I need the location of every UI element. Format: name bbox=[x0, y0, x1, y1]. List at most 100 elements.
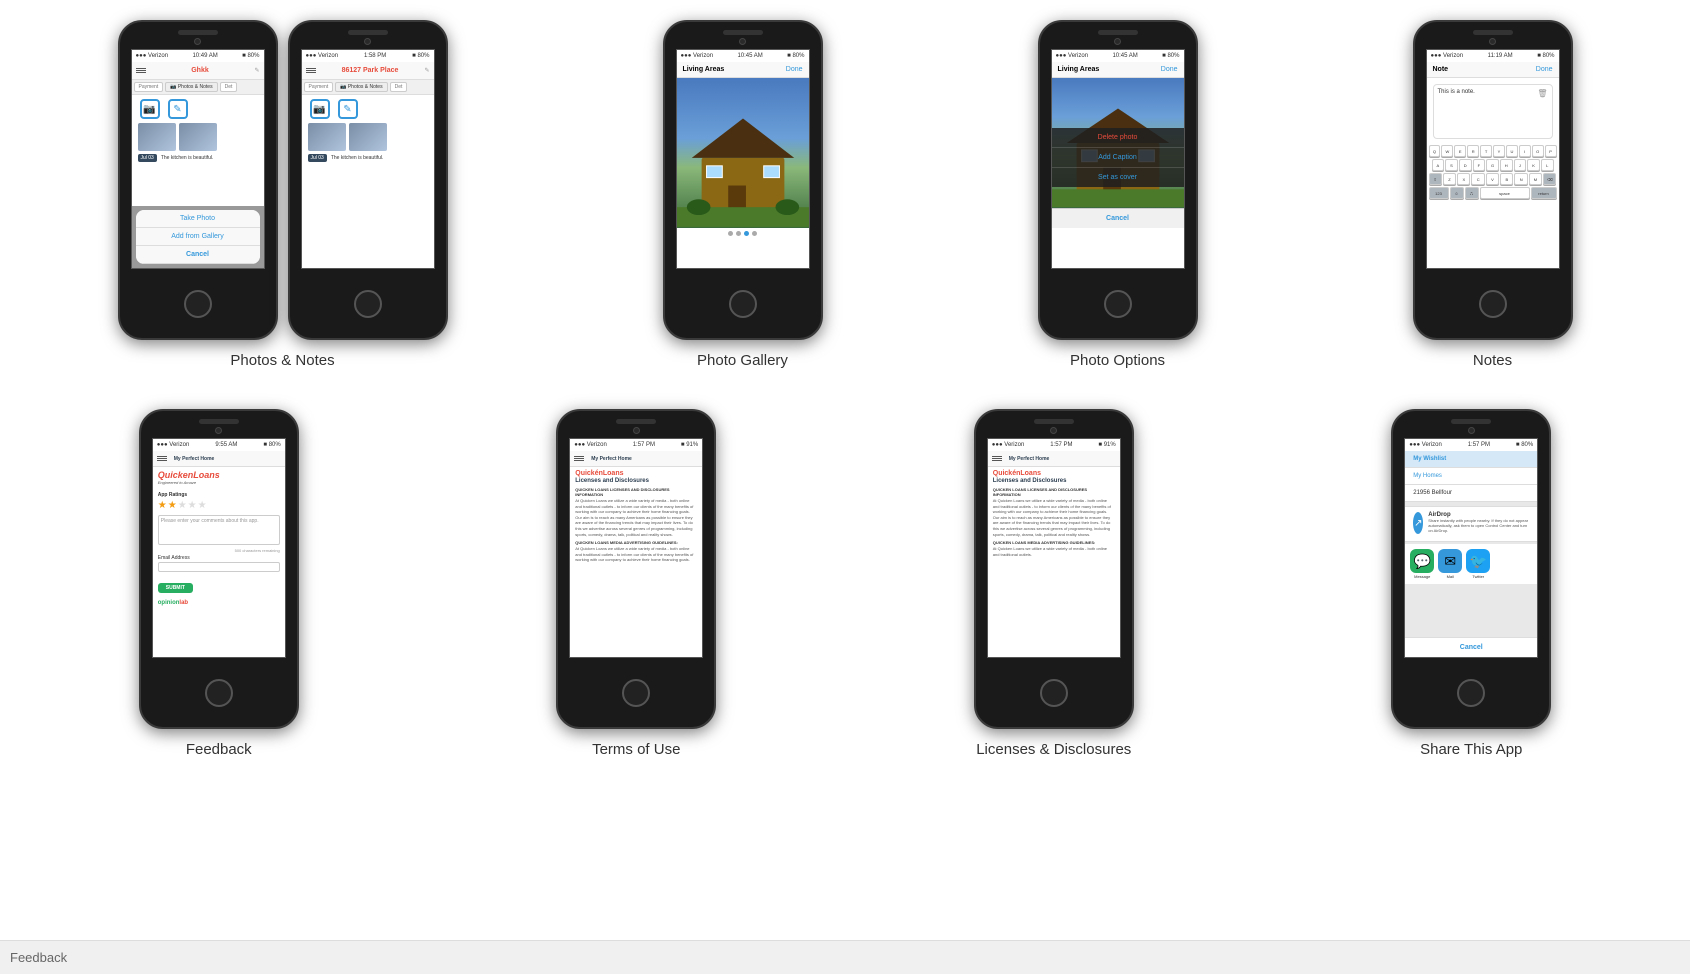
hamburger-icon-1[interactable] bbox=[136, 68, 146, 73]
key-A[interactable]: A bbox=[1432, 159, 1445, 171]
key-emoji[interactable]: ☺ bbox=[1450, 187, 1464, 199]
key-B[interactable]: B bbox=[1500, 173, 1513, 185]
home-btn-notes[interactable] bbox=[1479, 290, 1507, 318]
tab-payment-1[interactable]: Payment bbox=[134, 82, 164, 92]
key-Y[interactable]: Y bbox=[1493, 145, 1505, 157]
star-4[interactable]: ★ bbox=[188, 500, 197, 511]
option-cancel[interactable]: Cancel bbox=[1052, 208, 1184, 228]
tab-det-2[interactable]: Det bbox=[390, 82, 408, 92]
time-notes: 11:19 AM bbox=[1488, 53, 1513, 59]
key-X[interactable]: X bbox=[1457, 173, 1470, 185]
label-share: Share This App bbox=[1420, 741, 1522, 758]
home-btn-terms[interactable] bbox=[622, 679, 650, 707]
action-cancel[interactable]: Cancel bbox=[136, 246, 260, 264]
hamburger-icon-2[interactable] bbox=[306, 68, 316, 73]
home-btn-options[interactable] bbox=[1104, 290, 1132, 318]
share-my-homes[interactable]: My Homes bbox=[1405, 468, 1537, 485]
licenses-body-title: QUICKEN LOANS LICENSES AND DISCLOSURES I… bbox=[993, 487, 1115, 497]
key-F[interactable]: F bbox=[1473, 159, 1486, 171]
key-shift[interactable]: ⇧ bbox=[1429, 173, 1442, 185]
key-Z[interactable]: Z bbox=[1443, 173, 1456, 185]
star-3[interactable]: ★ bbox=[178, 500, 187, 511]
screen-photos-notes-1: ●●● Verizon 10:49 AM ■ 80% Ghkk ✎ bbox=[131, 49, 265, 269]
gallery-nav-done[interactable]: Done bbox=[786, 66, 803, 73]
tab-det-1[interactable]: Det bbox=[220, 82, 238, 92]
key-return[interactable]: return bbox=[1531, 187, 1557, 199]
options-nav-done[interactable]: Done bbox=[1161, 66, 1178, 73]
home-btn-feedback[interactable] bbox=[205, 679, 233, 707]
star-2[interactable]: ★ bbox=[168, 500, 177, 511]
key-V[interactable]: V bbox=[1486, 173, 1499, 185]
key-123[interactable]: 123 bbox=[1429, 187, 1449, 199]
key-Q[interactable]: Q bbox=[1429, 145, 1441, 157]
carrier-1: ●●● Verizon bbox=[136, 53, 169, 59]
key-H[interactable]: H bbox=[1500, 159, 1513, 171]
key-G[interactable]: G bbox=[1486, 159, 1499, 171]
hamburger-licenses[interactable] bbox=[992, 456, 1002, 461]
share-mail-icon[interactable]: ✉ Mail bbox=[1438, 549, 1462, 579]
share-address[interactable]: 21956 Bellfour bbox=[1405, 485, 1537, 502]
notes-text-area[interactable]: This is a note. 🗑 bbox=[1433, 84, 1553, 139]
phone-notes: ●●● Verizon 11:19 AM ■ 80% Note Done Thi… bbox=[1413, 20, 1573, 340]
star-5[interactable]: ★ bbox=[198, 500, 207, 511]
key-S[interactable]: S bbox=[1445, 159, 1458, 171]
key-O[interactable]: O bbox=[1532, 145, 1544, 157]
key-D[interactable]: D bbox=[1459, 159, 1472, 171]
fb-submit-btn[interactable]: SUBMIT bbox=[158, 583, 193, 593]
key-I[interactable]: I bbox=[1519, 145, 1531, 157]
fb-char-count: 500 characters remaining bbox=[158, 548, 280, 553]
key-T[interactable]: T bbox=[1480, 145, 1492, 157]
key-C[interactable]: C bbox=[1471, 173, 1484, 185]
group-photos-notes: ●●● Verizon 10:49 AM ■ 80% Ghkk ✎ bbox=[118, 20, 448, 369]
key-E[interactable]: E bbox=[1454, 145, 1466, 157]
caption-text-1: The kitchen is beautiful. bbox=[161, 155, 214, 161]
key-U[interactable]: U bbox=[1506, 145, 1518, 157]
tab-payment-2[interactable]: Payment bbox=[304, 82, 334, 92]
option-delete[interactable]: Delete photo bbox=[1052, 128, 1184, 148]
share-message-icon[interactable]: 💬 Message bbox=[1410, 549, 1434, 579]
fb-email-input[interactable] bbox=[158, 562, 280, 572]
trash-icon[interactable]: 🗑 bbox=[1537, 89, 1547, 98]
fb-comment-area[interactable]: Please enter your comments about this ap… bbox=[158, 515, 280, 545]
home-btn-1[interactable] bbox=[184, 290, 212, 318]
edit-icon-2[interactable]: ✎ bbox=[338, 99, 358, 119]
key-P[interactable]: P bbox=[1545, 145, 1557, 157]
tab-photos-2[interactable]: 📷 Photos & Notes bbox=[335, 82, 387, 92]
camera-icon-2[interactable]: 📷 bbox=[310, 99, 330, 119]
thumb-inner-3 bbox=[308, 123, 346, 151]
key-M[interactable]: M bbox=[1529, 173, 1542, 185]
action-sheet-inner-1: Take Photo Add from Gallery Cancel bbox=[136, 210, 260, 264]
key-space[interactable]: space bbox=[1480, 187, 1530, 199]
pn-tabs-2: Payment 📷 Photos & Notes Det bbox=[302, 80, 434, 95]
home-btn-gallery[interactable] bbox=[729, 290, 757, 318]
hamburger-feedback[interactable] bbox=[157, 456, 167, 461]
key-mic[interactable]: ⎍ bbox=[1465, 187, 1479, 199]
share-twitter-icon[interactable]: 🐦 Twitter bbox=[1466, 549, 1490, 579]
option-cover[interactable]: Set as cover bbox=[1052, 168, 1184, 187]
key-K[interactable]: K bbox=[1527, 159, 1540, 171]
status-bar-1: ●●● Verizon 10:49 AM ■ 80% bbox=[132, 50, 264, 62]
action-take-photo[interactable]: Take Photo bbox=[136, 210, 260, 228]
key-W[interactable]: W bbox=[1441, 145, 1453, 157]
screen-terms: ●●● Verizon 1:57 PM ■ 91% My Perfect Hom… bbox=[569, 438, 703, 658]
feedback-bar-label[interactable]: Feedback bbox=[10, 950, 67, 965]
camera-icon-1[interactable]: 📷 bbox=[140, 99, 160, 119]
tab-photos-1[interactable]: 📷 Photos & Notes bbox=[165, 82, 217, 92]
key-L[interactable]: L bbox=[1541, 159, 1554, 171]
key-N[interactable]: N bbox=[1514, 173, 1527, 185]
home-btn-licenses[interactable] bbox=[1040, 679, 1068, 707]
key-J[interactable]: J bbox=[1514, 159, 1527, 171]
action-add-gallery[interactable]: Add from Gallery bbox=[136, 228, 260, 246]
share-cancel-btn[interactable]: Cancel bbox=[1405, 637, 1537, 657]
home-btn-share[interactable] bbox=[1457, 679, 1485, 707]
hamburger-terms[interactable] bbox=[574, 456, 584, 461]
time-gallery: 10:45 AM bbox=[737, 53, 762, 59]
home-btn-2[interactable] bbox=[354, 290, 382, 318]
share-wishlist[interactable]: My Wishlist bbox=[1405, 451, 1537, 468]
notes-nav-done[interactable]: Done bbox=[1536, 66, 1553, 73]
star-1[interactable]: ★ bbox=[158, 500, 167, 511]
edit-icon-1[interactable]: ✎ bbox=[168, 99, 188, 119]
option-caption[interactable]: Add Caption bbox=[1052, 148, 1184, 168]
key-R[interactable]: R bbox=[1467, 145, 1479, 157]
key-backspace[interactable]: ⌫ bbox=[1543, 173, 1556, 185]
